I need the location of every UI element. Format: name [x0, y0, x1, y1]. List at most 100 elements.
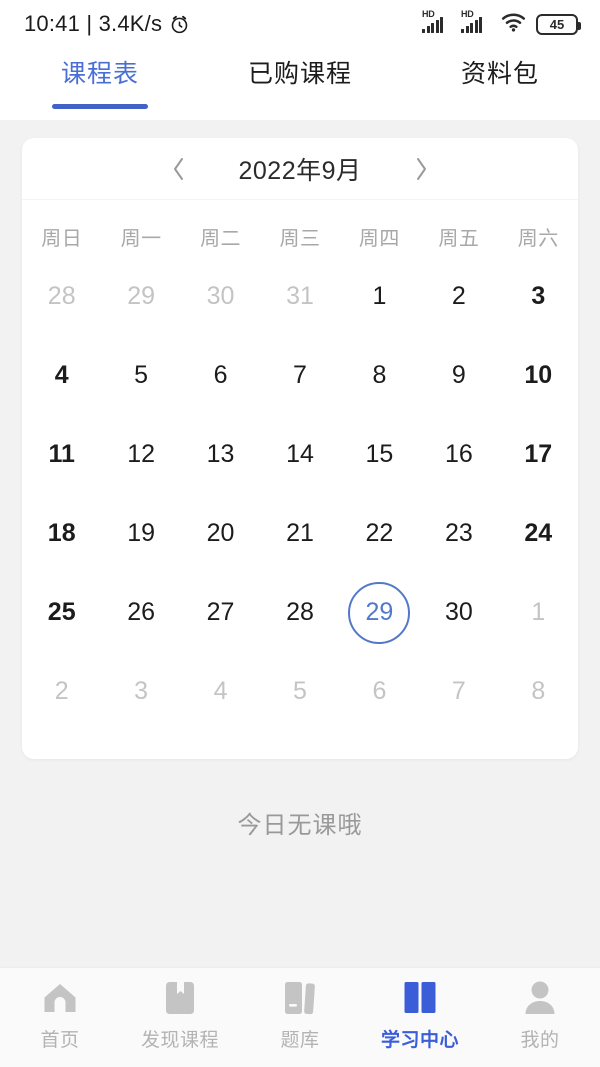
battery-level-label: 45: [549, 16, 565, 32]
calendar-day-cell[interactable]: 5: [101, 336, 180, 415]
calendar-day-cell[interactable]: 2: [419, 257, 498, 336]
wifi-icon: [500, 11, 527, 37]
calendar-day-cell[interactable]: 30: [181, 257, 260, 336]
weekday-sun: 周日: [41, 228, 83, 250]
nav-item-home-label: 首页: [40, 1030, 80, 1051]
calendar-day-cell[interactable]: 27: [181, 573, 260, 652]
nav-item-profile-label: 我的: [520, 1030, 560, 1051]
calendar-day-selected: 29: [348, 581, 411, 644]
calendar-day-cell[interactable]: 28: [22, 257, 101, 336]
status-bar-right: HD HD 45: [422, 9, 581, 37]
calendar-day-number: 17: [524, 440, 553, 468]
tab-active-underline: [52, 104, 148, 109]
calendar-day-number: 22: [365, 519, 394, 547]
calendar-day-number: 30: [206, 282, 235, 310]
calendar-card: 2022年9月 周日 周一 周二 周三 周四 周五 周六 28 29 30 31 1 2 3…: [22, 138, 578, 759]
bottom-navigation-bar: 首页 发现课程 题库 学习中心 我的: [0, 967, 600, 1067]
tab-materials-label: 资料包: [460, 60, 539, 88]
signal-icon-sim1: HD: [422, 9, 452, 36]
calendar-day-cell[interactable]: 10: [499, 336, 578, 415]
weekday-fri: 周五: [438, 228, 480, 250]
calendar-day-number: 8: [372, 361, 387, 389]
person-icon: [518, 978, 562, 1018]
calendar-day-number: 1: [531, 598, 546, 626]
calendar-day-cell[interactable]: 1: [340, 257, 419, 336]
calendar-day-number: 5: [293, 677, 307, 705]
calendar-day-cell[interactable]: 21: [260, 494, 339, 573]
calendar-day-cell[interactable]: 30: [419, 573, 498, 652]
chevron-left-icon[interactable]: [166, 156, 192, 182]
calendar-day-number: 3: [134, 677, 149, 705]
top-tab-bar: 课程表 已购课程 资料包: [0, 48, 600, 120]
calendar-day-cell[interactable]: 31: [260, 257, 339, 336]
calendar-day-number: 13: [206, 440, 235, 468]
calendar-day-number: 14: [286, 440, 314, 468]
signal-bars-2: [461, 17, 482, 33]
calendar-day-cell[interactable]: 18: [22, 494, 101, 573]
calendar-day-number: 23: [444, 519, 473, 547]
calendar-day-cell[interactable]: 14: [260, 415, 339, 494]
calendar-day-number: 31: [286, 282, 314, 310]
calendar-day-cell[interactable]: 25: [22, 573, 101, 652]
calendar-day-number: 2: [451, 282, 466, 310]
calendar-day-cell[interactable]: 8: [499, 652, 578, 731]
tab-materials[interactable]: 资料包: [400, 48, 600, 90]
tab-purchased-courses-label: 已购课程: [247, 60, 352, 88]
calendar-day-cell[interactable]: 6: [181, 336, 260, 415]
calendar-day-number: 9: [451, 361, 466, 389]
calendar-day-cell[interactable]: 15: [340, 415, 419, 494]
calendar-day-number: 19: [127, 519, 156, 547]
calendar-day-cell[interactable]: 7: [260, 336, 339, 415]
calendar-day-cell[interactable]: 3: [101, 652, 180, 731]
tab-purchased-courses[interactable]: 已购课程: [200, 48, 400, 90]
calendar-day-cell[interactable]: 4: [181, 652, 260, 731]
calendar-day-cell[interactable]: 4: [22, 336, 101, 415]
calendar-day-cell[interactable]: 3: [499, 257, 578, 336]
nav-item-discover-courses-label: 发现课程: [140, 1030, 219, 1051]
nav-item-study-center[interactable]: 学习中心: [360, 978, 480, 1052]
calendar-day-cell[interactable]: 29: [340, 573, 419, 652]
chevron-right-icon[interactable]: [408, 156, 434, 182]
status-bar-left: 10:41 | 3.4K/s: [24, 11, 190, 37]
calendar-day-cell[interactable]: 24: [499, 494, 578, 573]
calendar-day-cell[interactable]: 12: [101, 415, 180, 494]
calendar-day-cell[interactable]: 8: [340, 336, 419, 415]
signal-bars-1: [422, 17, 443, 33]
nav-item-question-bank-label: 题库: [280, 1030, 320, 1051]
calendar-day-cell[interactable]: 9: [419, 336, 498, 415]
calendar-day-cell[interactable]: 26: [101, 573, 180, 652]
calendar-day-number: 21: [286, 519, 314, 547]
calendar-day-cell[interactable]: 28: [260, 573, 339, 652]
tab-schedule-label: 课程表: [60, 60, 139, 88]
calendar-day-number: 18: [47, 519, 76, 547]
alarm-clock-icon: [169, 14, 190, 35]
calendar-day-number: 28: [286, 598, 314, 626]
calendar-day-cell[interactable]: 5: [260, 652, 339, 731]
home-icon: [38, 978, 82, 1018]
calendar-month-title: 2022年9月: [238, 156, 362, 185]
nav-item-home[interactable]: 首页: [0, 978, 120, 1052]
nav-item-discover-courses[interactable]: 发现课程: [120, 978, 240, 1052]
weekday-wed: 周三: [279, 228, 321, 250]
calendar-day-cell[interactable]: 22: [340, 494, 419, 573]
calendar-day-cell[interactable]: 2: [22, 652, 101, 731]
calendar-day-cell[interactable]: 20: [181, 494, 260, 573]
calendar-day-cell[interactable]: 11: [22, 415, 101, 494]
nav-item-question-bank[interactable]: 题库: [240, 978, 360, 1052]
calendar-day-cell[interactable]: 23: [419, 494, 498, 573]
calendar-day-cell[interactable]: 16: [419, 415, 498, 494]
status-network-speed: 3.4K/s: [98, 11, 163, 36]
calendar-day-cell[interactable]: 29: [101, 257, 180, 336]
calendar-day-cell[interactable]: 7: [419, 652, 498, 731]
nav-item-study-center-label: 学习中心: [380, 1030, 459, 1051]
calendar-day-cell[interactable]: 17: [499, 415, 578, 494]
signal-icon-sim2: HD: [461, 9, 491, 36]
calendar-day-cell[interactable]: 1: [499, 573, 578, 652]
calendar-day-cell[interactable]: 13: [181, 415, 260, 494]
nav-item-profile[interactable]: 我的: [480, 978, 600, 1052]
app-root: 10:41 | 3.4K/s HD HD 45 课程表 已购课程 资料包 202…: [0, 0, 600, 1067]
calendar-day-number: 30: [444, 598, 473, 626]
tab-schedule[interactable]: 课程表: [0, 48, 200, 109]
calendar-day-cell[interactable]: 6: [340, 652, 419, 731]
calendar-day-cell[interactable]: 19: [101, 494, 180, 573]
